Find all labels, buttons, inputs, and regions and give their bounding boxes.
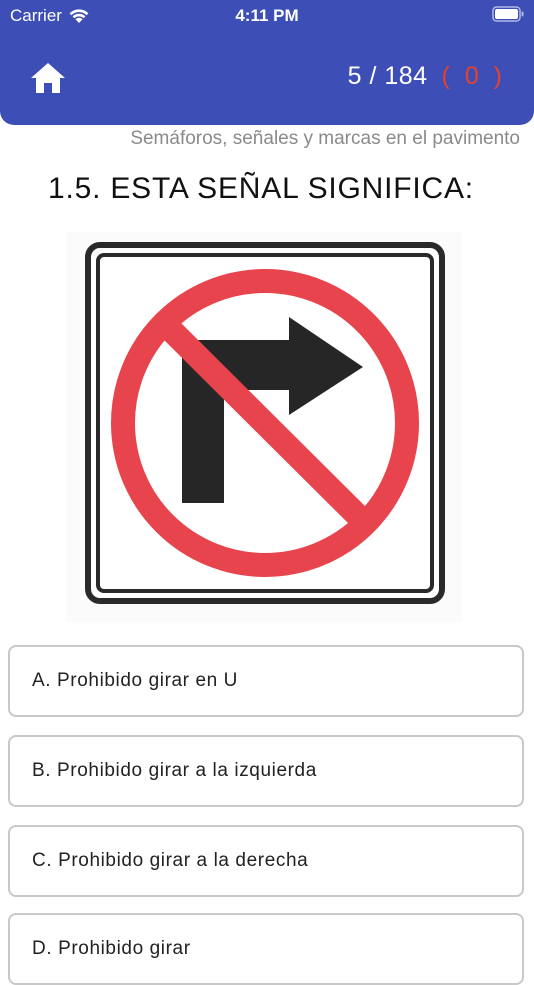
- battery-icon: [492, 6, 524, 22]
- top-app-bar: Carrier 4:11 PM 5 / 184 ( 0 ): [0, 0, 534, 125]
- question-progress: 5 / 184 ( 0 ): [348, 62, 506, 91]
- question-category: Semáforos, señales y marcas en el pavime…: [130, 128, 520, 149]
- question-text: 1.5. ESTA SEÑAL SIGNIFICA:: [48, 172, 474, 205]
- no-right-turn-sign-icon: [85, 242, 445, 604]
- status-bar: Carrier 4:11 PM: [0, 0, 534, 30]
- answer-option-b[interactable]: B. Prohibido girar a la izquierda: [8, 735, 524, 807]
- answer-option-label: B. Prohibido girar a la izquierda: [32, 760, 317, 781]
- answer-option-a[interactable]: A. Prohibido girar en U: [8, 645, 524, 717]
- question-image: [66, 232, 462, 622]
- answer-option-label: C. Prohibido girar a la derecha: [32, 850, 309, 871]
- home-button[interactable]: [26, 58, 70, 98]
- answer-option-label: A. Prohibido girar en U: [32, 670, 239, 691]
- home-icon: [31, 63, 65, 93]
- answer-option-label: D. Prohibido girar: [32, 938, 191, 959]
- answer-option-c[interactable]: C. Prohibido girar a la derecha: [8, 825, 524, 897]
- progress-counter: 5 / 184: [347, 62, 428, 90]
- wrong-answers-count: ( 0 ): [441, 62, 506, 90]
- status-time: 4:11 PM: [235, 6, 299, 25]
- answer-option-d[interactable]: D. Prohibido girar: [8, 913, 524, 985]
